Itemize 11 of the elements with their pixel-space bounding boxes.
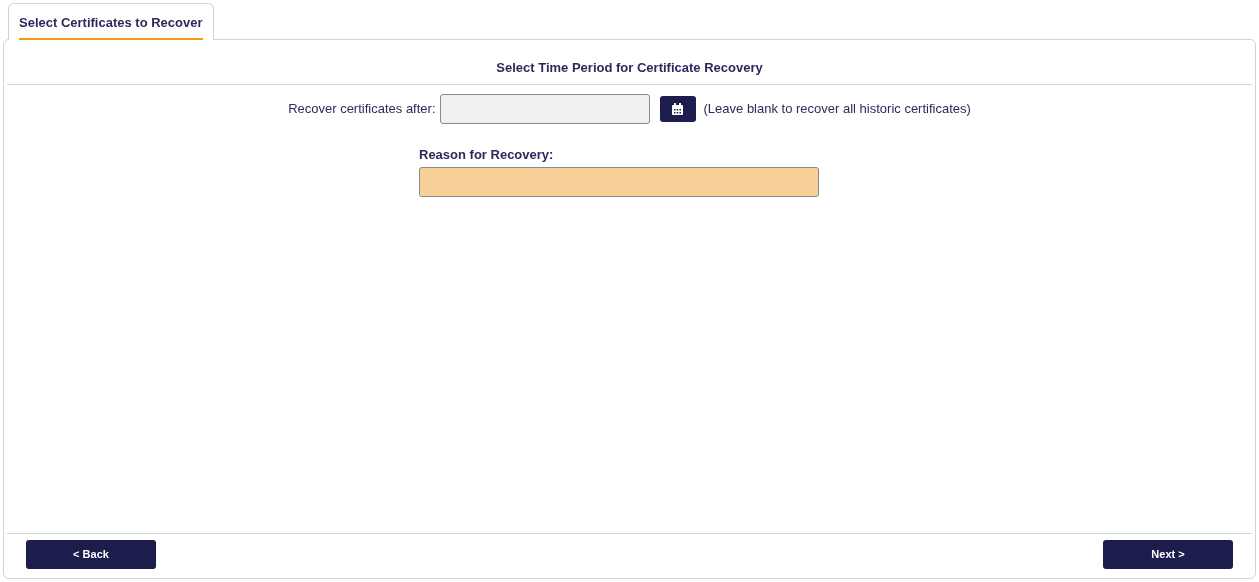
reason-field[interactable]: [419, 166, 819, 197]
next-button[interactable]: Next >: [1103, 540, 1233, 569]
calendar-icon: [671, 102, 684, 116]
tab[interactable]: Select Certificates to Recover: [8, 3, 214, 40]
date-field[interactable]: [439, 94, 650, 124]
hint-text: (Leave blank to recover all historic certificates): [703, 100, 971, 119]
back-button[interactable]: < Back: [26, 540, 156, 569]
field-label: Recover certificates after:: [288, 100, 436, 119]
calendar-button[interactable]: [659, 96, 696, 122]
section-title: Select Time Period for Certificate Recovery: [496, 60, 763, 75]
field-label: Reason for Recovery:: [419, 146, 555, 164]
